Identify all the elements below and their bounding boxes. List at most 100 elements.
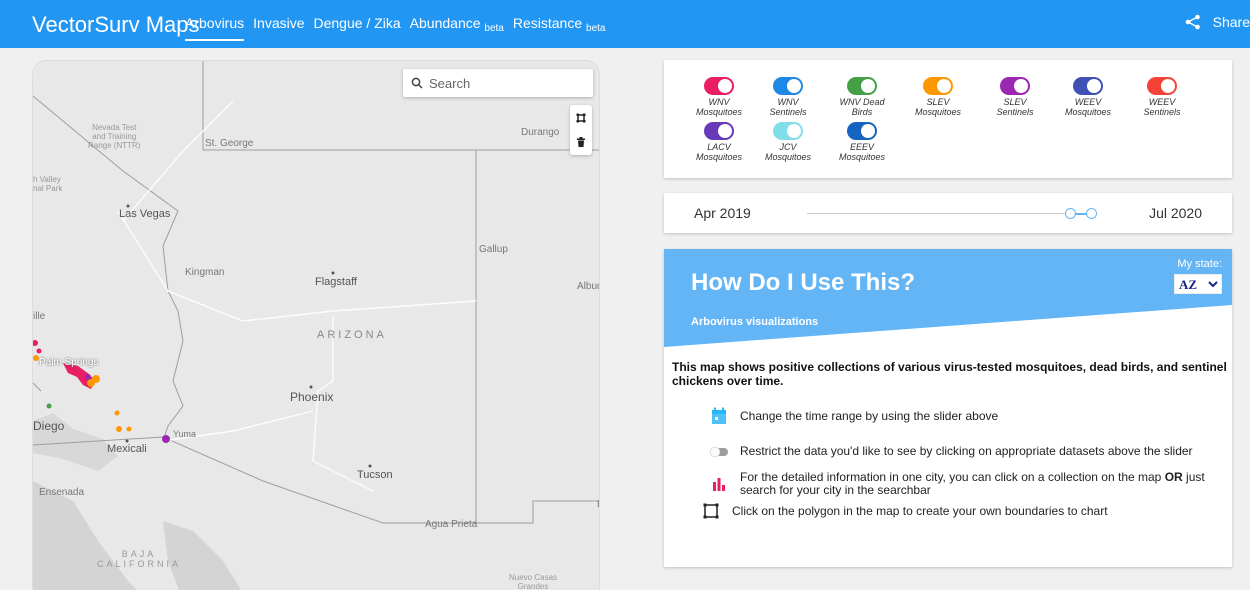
brand-title[interactable]: VectorSurv Maps: [32, 12, 200, 38]
tab-resistance[interactable]: Resistance beta: [513, 15, 606, 34]
toggle-label: SLEV Mosquitoes: [914, 97, 962, 117]
tab-abundance[interactable]: Abundance beta: [410, 15, 504, 34]
toggle-label: WNV Sentinels: [769, 97, 807, 117]
map-label-st-george: St. George: [205, 138, 254, 149]
search-input[interactable]: [429, 75, 579, 91]
map-label-durango: Durango: [521, 127, 560, 138]
map-label-albuq: Albuq: [577, 281, 599, 292]
delete-shape-button[interactable]: [570, 131, 592, 153]
tab-invasive[interactable]: Invasive: [253, 15, 304, 34]
toggle-lacv-mosquitoes[interactable]: LACV Mosquitoes: [684, 122, 754, 162]
map-label-agua-prieta: Agua Prieta: [425, 519, 478, 530]
how-to-title: How Do I Use This?: [691, 269, 916, 296]
toggle-switch[interactable]: [773, 77, 803, 95]
map-label-valley-park: h Valley nal Park: [33, 175, 63, 193]
step-text: Restrict the data you'd like to see by c…: [740, 444, 1193, 458]
toggle-switch[interactable]: [1000, 77, 1030, 95]
map-label-arizona: ARIZONA: [317, 329, 387, 341]
toggle-switch[interactable]: [704, 122, 734, 140]
map-label-palm-springs: Palm Springs: [39, 357, 99, 368]
map-label-phoenix: Phoenix: [290, 390, 334, 404]
toggle-slev-mosquitoes[interactable]: SLEV Mosquitoes: [903, 77, 973, 117]
bar-chart-icon: [713, 478, 725, 491]
tab-arbovirus[interactable]: Arbovirus: [185, 15, 245, 41]
map-label-nuevo-casas: Nuevo Casas Grandes: [509, 573, 558, 590]
step-polygon: Click on the polygon in the map to creat…: [700, 503, 1108, 519]
share-icon: [1185, 14, 1200, 30]
toggle-label: SLEV Sentinels: [996, 97, 1034, 117]
map-label-ensenada: Ensenada: [39, 487, 85, 498]
step-restrict-data: Restrict the data you'd like to see by c…: [708, 445, 1193, 458]
toggle-switch[interactable]: [1073, 77, 1103, 95]
map-label-kingman: Kingman: [185, 267, 225, 278]
time-range-start: Apr 2019: [694, 205, 751, 221]
toggle-label: WEEV Mosquitoes: [1064, 97, 1112, 117]
toggle-switch[interactable]: [847, 77, 877, 95]
beta-badge: beta: [586, 23, 606, 34]
map-search-box: [403, 69, 593, 97]
toggle-jcv-mosquitoes[interactable]: JCV Mosquitoes: [753, 122, 823, 162]
toggle-switch[interactable]: [1147, 77, 1177, 95]
toggle-switch[interactable]: [923, 77, 953, 95]
app-header: VectorSurv Maps Arbovirus Invasive Dengu…: [0, 0, 1250, 48]
map-label-diego: Diego: [33, 419, 65, 433]
state-select[interactable]: AZ: [1174, 274, 1222, 294]
share-label: Share: [1212, 14, 1250, 30]
how-to-panel: How Do I Use This? Arbovirus visualizati…: [664, 249, 1232, 567]
dataset-toggles-panel: WNV Mosquitoes WNV Sentinels WNV Dead Bi…: [664, 60, 1232, 178]
map-view[interactable]: Nevada Test and Training Range (NTTR) St…: [32, 60, 600, 590]
tab-dengue-zika[interactable]: Dengue / Zika: [314, 15, 401, 34]
polygon-icon: [703, 503, 719, 519]
map-label-las-vegas: Las Vegas: [119, 208, 171, 220]
step-text: Click on the polygon in the map to creat…: [732, 503, 1108, 518]
toggle-label: EEEV Mosquitoes: [838, 142, 886, 162]
toggle-wnv-sentinels[interactable]: WNV Sentinels: [753, 77, 823, 117]
nav-tabs: Arbovirus Invasive Dengue / Zika Abundan…: [185, 15, 606, 41]
toggle-label: WNV Mosquitoes: [695, 97, 743, 117]
map-label-yuma: Yuma: [173, 429, 197, 439]
time-slider-track[interactable]: [807, 213, 1097, 214]
toggle-weev-mosquitoes[interactable]: WEEV Mosquitoes: [1053, 77, 1123, 117]
toggle-slev-sentinels[interactable]: SLEV Sentinels: [980, 77, 1050, 117]
search-icon: [411, 77, 423, 89]
how-to-subtitle: Arbovirus visualizations: [691, 316, 819, 328]
polygon-icon: [576, 113, 586, 123]
map-label-gallup: Gallup: [479, 244, 508, 255]
trash-icon: [577, 137, 585, 147]
map-draw-tools: [570, 105, 592, 155]
map-label-tucson: Tucson: [357, 469, 393, 481]
how-to-banner: [664, 249, 1232, 347]
toggle-icon: [710, 446, 728, 457]
toggle-weev-sentinels[interactable]: WEEV Sentinels: [1127, 77, 1197, 117]
toggle-switch[interactable]: [847, 122, 877, 140]
map-label-flagstaff: Flagstaff: [315, 276, 357, 288]
map-label-ville: ille: [33, 311, 46, 322]
map-label-nevada-test: Nevada Test and Training Range (NTTR): [88, 123, 141, 150]
how-to-intro: This map shows positive collections of v…: [672, 360, 1227, 388]
toggle-label: JCV Mosquitoes: [764, 142, 812, 162]
calendar-icon: [712, 407, 726, 424]
time-slider-end-handle[interactable]: [1085, 208, 1097, 219]
map-label-baja: BAJA CALIFORNIA: [97, 549, 182, 569]
toggle-wnv-dead-birds[interactable]: WNV Dead Birds: [827, 77, 897, 117]
beta-badge: beta: [484, 23, 504, 34]
time-range-panel: Apr 2019 Jul 2020: [664, 193, 1232, 233]
step-city-detail: For the detailed information in one city…: [708, 471, 1228, 497]
map-label-e-edge: E: [597, 499, 599, 510]
toggle-eeev-mosquitoes[interactable]: EEEV Mosquitoes: [827, 122, 897, 162]
toggle-label: WNV Dead Birds: [839, 97, 885, 117]
toggle-switch[interactable]: [773, 122, 803, 140]
step-text: For the detailed information in one city…: [740, 470, 1205, 497]
draw-polygon-button[interactable]: [570, 107, 592, 129]
toggle-switch[interactable]: [704, 77, 734, 95]
time-slider-start-handle[interactable]: [1065, 208, 1077, 219]
toggle-label: WEEV Sentinels: [1143, 97, 1181, 117]
step-time-range: Change the time range by using the slide…: [708, 407, 998, 425]
time-range-end: Jul 2020: [1149, 205, 1202, 221]
map-label-mexicali: Mexicali: [107, 443, 147, 455]
share-button[interactable]: Share: [1185, 14, 1250, 30]
step-text: Change the time range by using the slide…: [740, 408, 999, 423]
toggle-wnv-mosquitoes[interactable]: WNV Mosquitoes: [684, 77, 754, 117]
toggle-label: LACV Mosquitoes: [695, 142, 743, 162]
state-select-label: My state:: [1177, 258, 1222, 270]
